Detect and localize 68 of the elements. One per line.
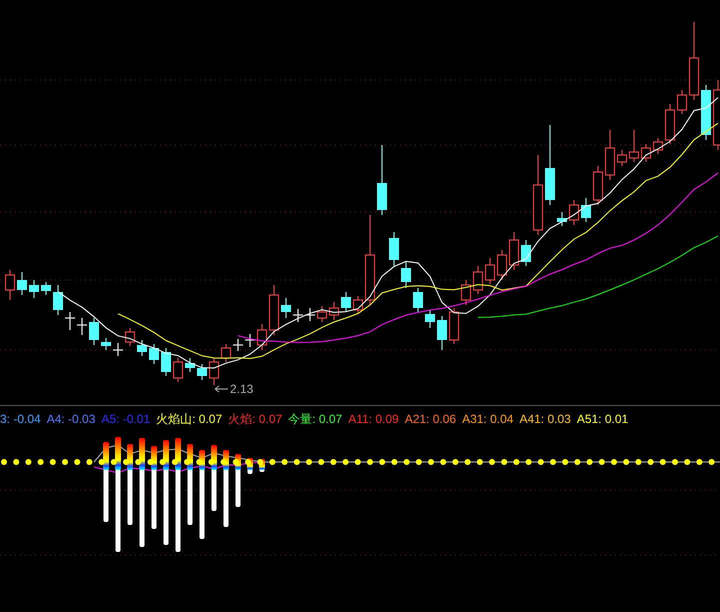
candlestick [269, 284, 279, 336]
indicator-value: A4: -0.03 [46, 412, 96, 426]
candlestick [653, 138, 663, 154]
candlestick [389, 232, 399, 266]
candlestick [593, 166, 603, 206]
candlestick [461, 280, 471, 306]
candlestick [53, 284, 63, 316]
candlestick [329, 302, 339, 320]
candlestick [281, 298, 291, 318]
indicator-value: 3: -0.04 [0, 412, 41, 426]
indicator-value: 火焰山: 0.07 [156, 410, 222, 428]
candlestick [17, 272, 27, 296]
candlestick [41, 282, 51, 296]
indicator-value: A11: 0.09 [348, 412, 399, 426]
candlestick [64, 312, 76, 330]
candlestick [665, 104, 675, 144]
candlestick [317, 306, 327, 322]
candlestick [557, 212, 567, 226]
candlestick [292, 308, 304, 322]
candlestick [413, 288, 423, 312]
candlestick [221, 344, 231, 362]
candlestick [353, 296, 363, 314]
candlestick [425, 310, 435, 328]
candlestick [473, 266, 483, 294]
candlestick [149, 344, 159, 364]
indicator-value: A5: -0.01 [101, 412, 150, 426]
indicator-value: A21: 0.06 [404, 412, 456, 426]
candlestick [401, 262, 411, 288]
candlestick [197, 364, 207, 380]
candlestick [449, 308, 459, 344]
candlestick [641, 144, 651, 162]
candlestick [701, 84, 711, 140]
candlestick [521, 240, 531, 266]
candlestick [161, 348, 171, 376]
candlestick [244, 334, 256, 348]
candlestick [89, 318, 99, 346]
candlestick [437, 316, 447, 350]
candlestick [341, 292, 351, 312]
candlestick [677, 90, 687, 114]
candlestick [112, 342, 124, 356]
candlestick [232, 338, 244, 352]
candlestick [304, 308, 316, 322]
candlestick [629, 130, 639, 162]
candlestick [209, 358, 219, 386]
candlestick [581, 198, 591, 222]
candlestick [569, 200, 579, 226]
indicator-value: A41: 0.03 [519, 412, 571, 426]
candlestick [29, 280, 39, 298]
indicator-value: A51: 0.01 [576, 412, 628, 426]
candlestick [509, 232, 519, 270]
candlestick [76, 318, 88, 336]
candlestick [257, 324, 267, 350]
candlestick [101, 338, 111, 350]
candlestick [137, 340, 147, 356]
candlestick [125, 328, 135, 346]
candlestick [173, 358, 183, 382]
indicator-value: 火焰: 0.07 [228, 410, 282, 428]
candlestick [377, 144, 387, 216]
candlestick [185, 358, 195, 372]
indicator-value: A31: 0.04 [462, 412, 514, 426]
candlestick [5, 270, 15, 300]
candlestick [605, 130, 615, 180]
candlestick [497, 250, 507, 280]
candlestick [485, 258, 495, 284]
candlestick [617, 150, 627, 166]
low-price-label: 2.13 [230, 382, 254, 396]
indicator-value: 今量: 0.07 [288, 410, 342, 428]
low-price-arrow [214, 386, 228, 392]
